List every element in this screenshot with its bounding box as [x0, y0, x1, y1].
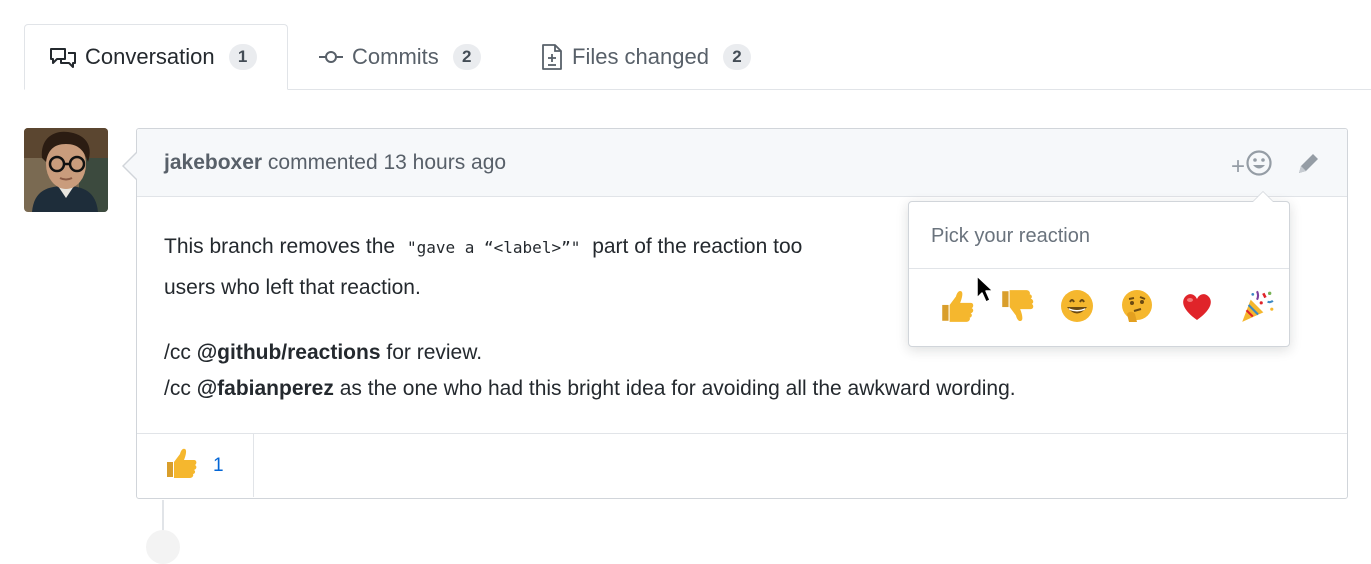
add-reaction-button[interactable]: +: [1231, 149, 1273, 184]
thumbs-up-icon: [163, 445, 199, 486]
party-popper-icon: [1238, 287, 1276, 330]
tab-files-changed-label: Files changed: [572, 44, 709, 69]
reaction-picker-emojis: [909, 269, 1289, 347]
git-commit-icon: [318, 45, 344, 69]
avatar[interactable]: [24, 128, 108, 212]
thinking-face-icon: [1119, 288, 1155, 329]
tab-conversation-label: Conversation: [85, 44, 215, 69]
mouse-cursor-icon: [975, 274, 997, 309]
comment-text: /cc: [164, 341, 191, 364]
comment-text: /cc: [164, 377, 191, 400]
user-mention-link[interactable]: @fabianperez: [197, 377, 334, 400]
team-mention-link[interactable]: @github/reactions: [197, 341, 381, 364]
popover-caret-fill: [1253, 192, 1273, 202]
timeline-badge: [146, 530, 180, 564]
comment-action: commented: [267, 151, 378, 174]
tab-conversation-count: 1: [228, 44, 257, 70]
tab-files-changed-count: 2: [722, 44, 751, 70]
tab-commits[interactable]: Commits 2: [318, 24, 508, 90]
inline-code: "gave a “<label>”": [406, 238, 581, 257]
thumbs-up-reaction-button[interactable]: 1: [137, 434, 254, 497]
reaction-count: 1: [213, 454, 224, 476]
comment-text: for review.: [386, 341, 483, 364]
comment-author[interactable]: jakeboxer: [164, 151, 262, 174]
red-heart-icon: [1179, 288, 1215, 329]
thinking-face-emoji-button[interactable]: [1107, 278, 1167, 338]
tab-commits-label: Commits: [352, 44, 439, 69]
add-reaction-plus: +: [1230, 152, 1245, 180]
tab-commits-count: 2: [452, 44, 481, 70]
comment-text: users who left that reaction.: [164, 276, 421, 299]
party-popper-emoji-button[interactable]: [1227, 278, 1287, 338]
tab-conversation[interactable]: Conversation 1: [24, 24, 288, 90]
reactions-bar: 1: [137, 433, 1347, 498]
comment-timestamp[interactable]: 13 hours ago: [383, 151, 506, 174]
comment-caret-fill: [124, 152, 138, 180]
comment-text: This branch removes the: [164, 235, 396, 258]
file-diff-icon: [540, 43, 564, 71]
pr-tabs: Conversation 1 Commits 2 Files changed 2: [0, 0, 1371, 90]
comment-meta: jakeboxer commented 13 hours ago: [164, 151, 506, 175]
comment-text: part of the reaction too: [592, 235, 803, 258]
comment-header: jakeboxer commented 13 hours ago +: [137, 129, 1347, 197]
tab-files-changed[interactable]: Files changed 2: [540, 24, 780, 90]
thumbs-up-icon: [938, 287, 976, 330]
pencil-icon[interactable]: [1295, 151, 1321, 182]
comment-discussion-icon: [49, 45, 77, 69]
heart-emoji-button[interactable]: [1167, 278, 1227, 338]
thumbs-down-icon: [998, 287, 1036, 330]
reaction-picker-title: Pick your reaction: [909, 202, 1289, 269]
smiley-icon: [1245, 149, 1273, 184]
grinning-face-icon: [1059, 288, 1095, 329]
grinning-face-emoji-button[interactable]: [1047, 278, 1107, 338]
comment-text: as the one who had this bright idea for …: [339, 377, 1016, 400]
reaction-picker-popover: Pick your reaction: [908, 191, 1290, 347]
